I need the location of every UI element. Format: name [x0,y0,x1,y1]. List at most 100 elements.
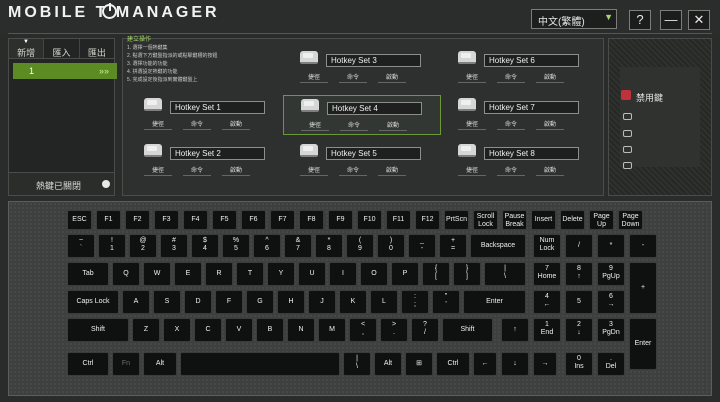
hotkey-set-card[interactable]: Hotkey Set 3 捷徑 命令 啟動 [283,48,441,88]
keyboard-key[interactable]: " ' [432,290,460,314]
keyboard-key[interactable]: 9 PgUp [597,262,625,286]
keyboard-key[interactable]: 8 ↑ [565,262,593,286]
keyboard-key[interactable]: ? / [411,318,439,342]
keyboard-key[interactable]: Enter [629,318,657,370]
keyboard-key[interactable]: O [360,262,388,286]
keyboard-key[interactable]: # 3 [160,234,188,258]
keyboard-key[interactable]: F7 [270,210,295,230]
shortcut-button[interactable]: 捷徑 [144,119,172,130]
launch-button[interactable]: 啟動 [378,165,406,176]
keyboard-key[interactable]: Ctrl [436,352,470,376]
keyboard-key[interactable]: Delete [560,210,585,230]
keyboard-key[interactable]: 2 ↓ [565,318,593,342]
keyboard-key[interactable]: F11 [386,210,411,230]
minimize-button[interactable]: — [660,10,682,30]
keyboard-key[interactable]: F6 [241,210,266,230]
keyboard-key[interactable]: 4 ← [533,290,561,314]
keyboard-key[interactable]: _ - [408,234,436,258]
keyboard-key[interactable]: P [391,262,419,286]
keyboard-key[interactable]: D [184,290,212,314]
keyboard-key[interactable]: H [277,290,305,314]
keyboard-key[interactable]: ( 9 [346,234,374,258]
command-button[interactable]: 命令 [339,165,367,176]
keyboard-key[interactable]: Backspace [470,234,526,258]
hotkey-set-card[interactable]: Hotkey Set 7 捷徑 命令 啟動 [441,95,599,135]
launch-button[interactable]: 啟動 [379,120,407,131]
key-slot-icon[interactable] [623,130,632,137]
keyboard-key[interactable]: → [533,352,557,376]
launch-button[interactable]: 啟動 [378,72,406,83]
keyboard-key[interactable]: Shift [67,318,129,342]
keyboard-key[interactable]: F10 [357,210,382,230]
keyboard-key[interactable]: B [256,318,284,342]
keyboard-key[interactable]: Insert [531,210,556,230]
key-slot-icon[interactable] [623,113,632,120]
keyboard-key[interactable]: | \ [484,262,526,286]
keyboard-key[interactable]: Num Lock [533,234,561,258]
keyboard-key[interactable]: E [174,262,202,286]
keyboard-key[interactable]: Ctrl [67,352,109,376]
new-set-button[interactable]: ▼ 新增 [9,39,45,58]
launch-button[interactable]: 啟動 [222,119,250,130]
command-button[interactable]: 命令 [497,72,525,83]
keyboard-key[interactable]: - [629,234,657,258]
keyboard-key[interactable]: ↑ [501,318,529,342]
keyboard-key[interactable]: % 5 [222,234,250,258]
keyboard-key[interactable]: A [122,290,150,314]
keyboard-key[interactable]: ← [473,352,497,376]
shortcut-button[interactable]: 捷徑 [300,72,328,83]
hotkey-set-name-field[interactable]: Hotkey Set 3 [326,54,421,67]
launch-button[interactable]: 啟動 [536,72,564,83]
keyboard-key[interactable]: * [597,234,625,258]
keyboard-key[interactable]: N [287,318,315,342]
hotkey-set-card[interactable]: Hotkey Set 5 捷徑 命令 啟動 [283,141,441,181]
keyboard-key[interactable]: X [163,318,191,342]
keyboard-key[interactable]: F4 [183,210,208,230]
keyboard-key[interactable]: . Del [597,352,625,376]
keyboard-key[interactable]: Fn [112,352,140,376]
launch-button[interactable]: 啟動 [536,119,564,130]
keyboard-key[interactable]: G [246,290,274,314]
key-slot-icon[interactable] [623,146,632,153]
keyboard-key[interactable]: 5 [565,290,593,314]
command-button[interactable]: 命令 [183,119,211,130]
keyboard-key[interactable]: Y [267,262,295,286]
close-button[interactable]: ✕ [688,10,710,30]
keyboard-key[interactable]: F12 [415,210,440,230]
keyboard-key[interactable]: J [308,290,336,314]
keyboard-key[interactable]: ! 1 [98,234,126,258]
keyboard-key[interactable]: 6 → [597,290,625,314]
keyboard-key[interactable]: Pause Break [502,210,527,230]
keyboard-key[interactable]: ^ 6 [253,234,281,258]
hotkey-set-name-field[interactable]: Hotkey Set 6 [484,54,579,67]
keyboard-key[interactable]: Z [132,318,160,342]
hotkey-set-name-field[interactable]: Hotkey Set 2 [170,147,265,160]
keyboard-key[interactable]: ↓ [501,352,529,376]
shortcut-button[interactable]: 捷徑 [301,120,329,131]
export-button[interactable]: 匯出 [80,39,114,58]
keyboard-key[interactable]: 3 PgDn [597,318,625,342]
command-button[interactable]: 命令 [339,72,367,83]
keyboard-key[interactable]: $ 4 [191,234,219,258]
keyboard-key[interactable]: ) 0 [377,234,405,258]
keyboard-key[interactable]: K [339,290,367,314]
keyboard-key[interactable]: Q [112,262,140,286]
keyboard-key[interactable]: F2 [125,210,150,230]
hotkey-set-card[interactable]: Hotkey Set 1 捷徑 命令 啟動 [127,95,285,135]
hotkey-toggle[interactable]: 熱鍵已關閉 [8,172,115,196]
hotkey-set-card[interactable]: Hotkey Set 4 捷徑 命令 啟動 [283,95,441,135]
import-button[interactable]: 匯入 [44,39,80,58]
keyboard-key[interactable]: V [225,318,253,342]
keyboard-key[interactable]: U [298,262,326,286]
keyboard-key[interactable]: F9 [328,210,353,230]
keyboard-key[interactable]: Caps Lock [67,290,119,314]
help-button[interactable]: ? [629,10,651,30]
hotkey-set-card[interactable]: Hotkey Set 8 捷徑 命令 啟動 [441,141,599,181]
keyboard-key[interactable]: + [629,262,657,314]
keyboard-key[interactable]: @ 2 [129,234,157,258]
hotkey-set-name-field[interactable]: Hotkey Set 4 [327,102,422,115]
keyboard-key[interactable]: 1 End [533,318,561,342]
keyboard-key[interactable]: : ; [401,290,429,314]
keyboard-key[interactable]: } ] [453,262,481,286]
keyboard-key[interactable]: L [370,290,398,314]
